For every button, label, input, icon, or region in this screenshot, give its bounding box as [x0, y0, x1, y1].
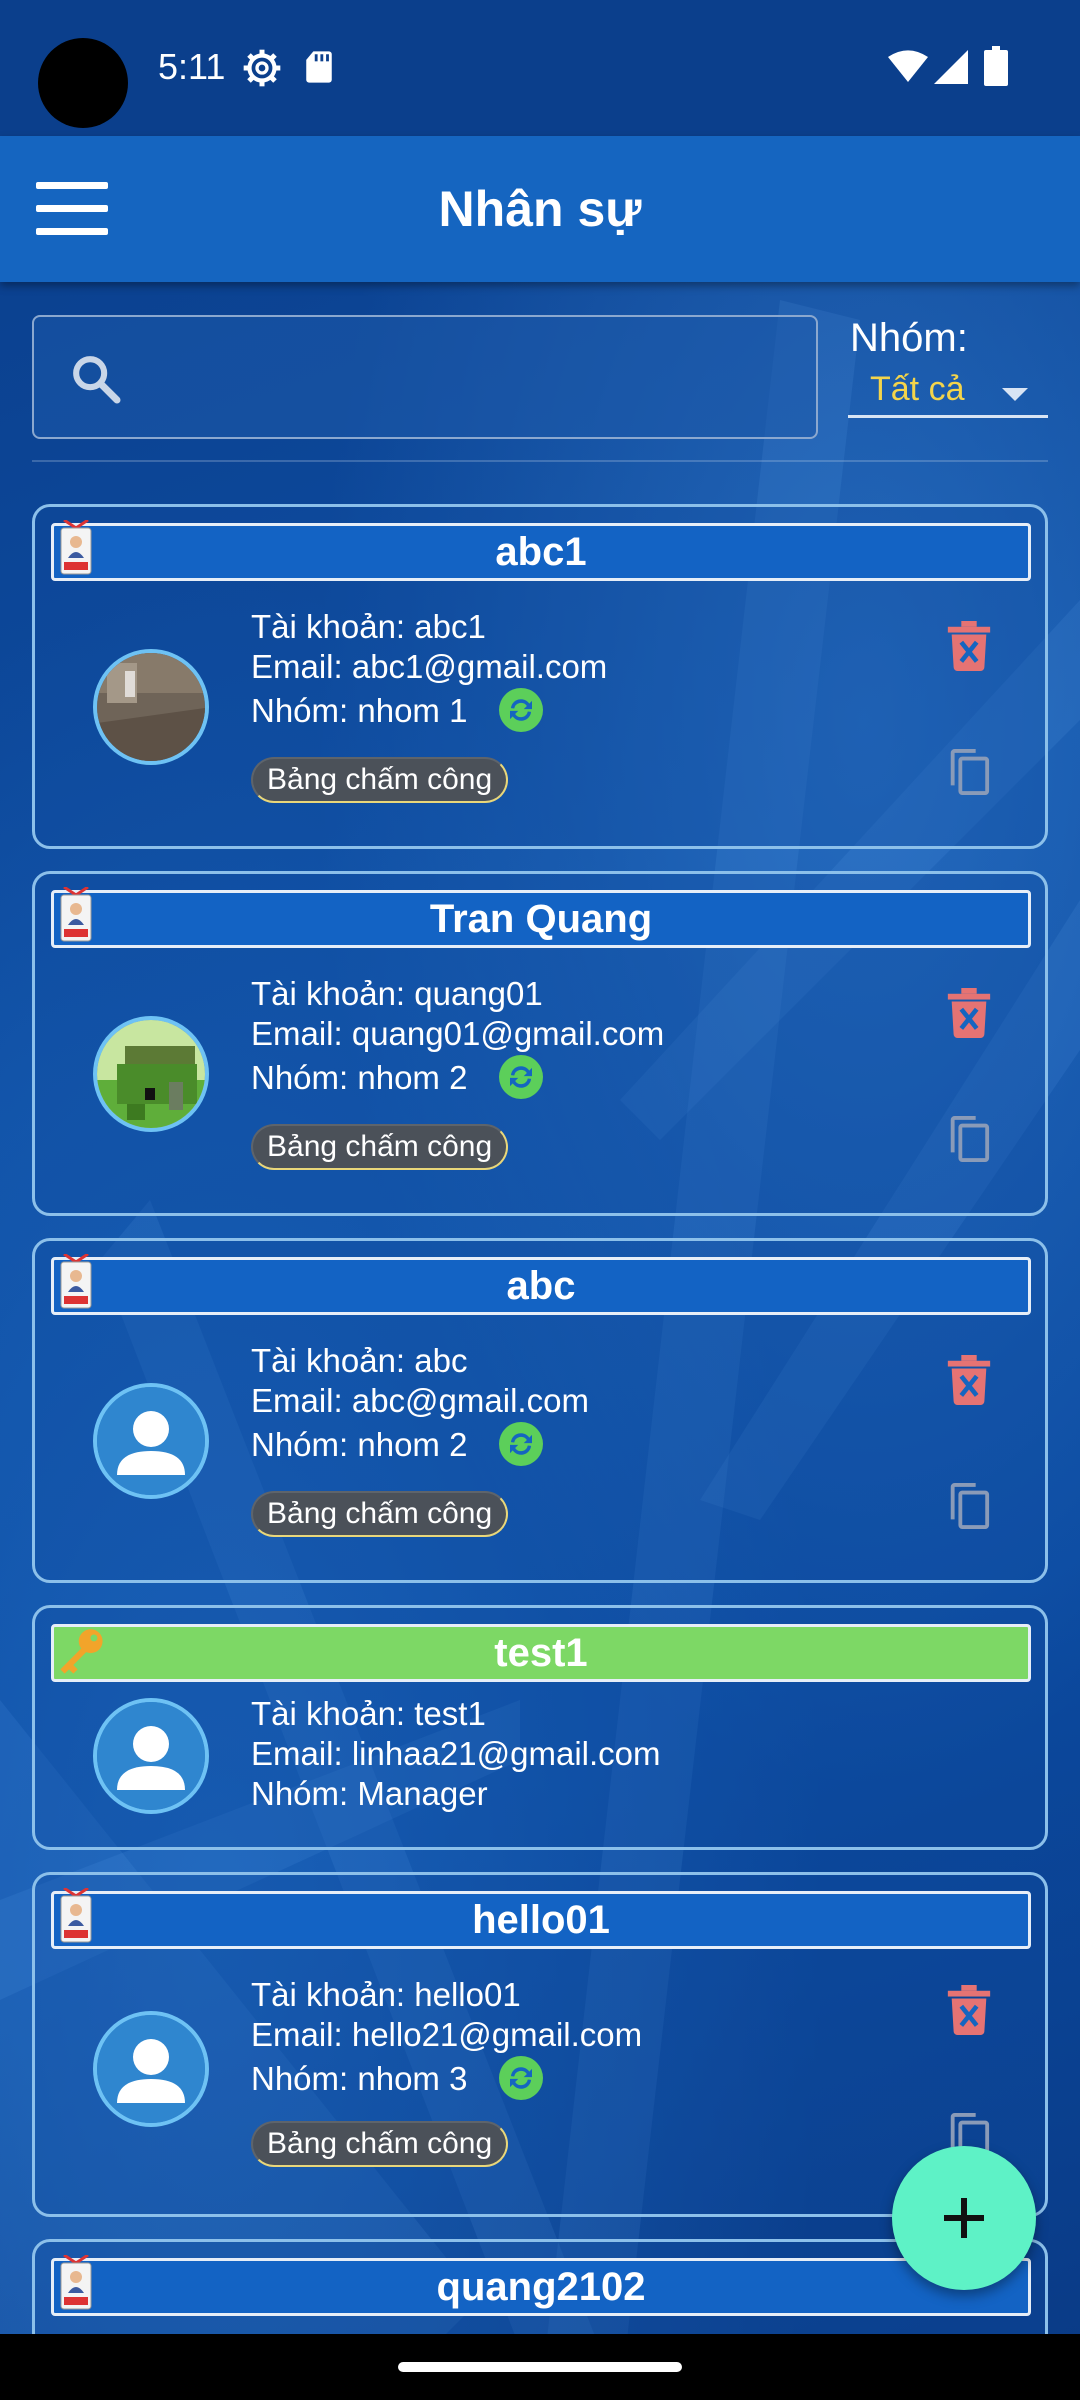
page-title: Nhân sự	[438, 181, 642, 237]
avatar-pixel-art	[93, 1016, 209, 1132]
account-text: Tài khoản: quang01	[251, 975, 543, 1012]
employee-name: abc1	[495, 530, 587, 574]
delete-icon[interactable]	[947, 621, 991, 671]
home-gesture-handle[interactable]	[398, 2362, 682, 2372]
search-icon	[73, 356, 121, 404]
card-header: hello01	[51, 1888, 1031, 1949]
email-text: Email: abc1@gmail.com	[251, 648, 608, 685]
wifi-icon	[888, 50, 928, 82]
status-time: 5:11	[158, 46, 226, 87]
delete-icon[interactable]	[947, 1985, 991, 2035]
group-filter-label: Nhóm:	[850, 316, 968, 360]
cell-signal-icon	[934, 50, 968, 84]
search-input[interactable]	[144, 337, 794, 421]
employee-name: test1	[494, 1631, 588, 1675]
sync-icon[interactable]	[498, 1422, 543, 1467]
dropdown-caret-icon	[1002, 388, 1028, 401]
copy-icon[interactable]	[945, 747, 991, 797]
employee-name: Tran Quang	[429, 897, 653, 941]
employee-info: Tài khoản: abc Email: abc@gmail.com Nhóm…	[251, 1341, 589, 1467]
email-text: Email: abc@gmail.com	[251, 1382, 589, 1419]
timesheet-chip[interactable]: Bảng chấm công	[251, 2121, 509, 2167]
employee-info: Tài khoản: abc1 Email: abc1@gmail.com Nh…	[251, 607, 608, 733]
card-header: Tran Quang	[51, 887, 1031, 948]
sd-card-icon	[306, 51, 332, 83]
app-bar: Nhân sự	[0, 136, 1080, 282]
group-filter-dropdown[interactable]: Tất cả	[848, 368, 1048, 418]
timesheet-chip[interactable]: Bảng chấm công	[251, 1124, 509, 1170]
group-text: Nhóm: nhom 1	[251, 692, 468, 729]
group-text: Nhóm: nhom 2	[251, 1059, 468, 1096]
group-text: Nhóm: nhom 2	[251, 1426, 468, 1463]
delete-icon[interactable]	[947, 988, 991, 1038]
card-header: abc1	[51, 520, 1031, 581]
account-text: Tài khoản: abc1	[251, 608, 486, 645]
group-row: Nhóm: nhom 3	[251, 2056, 642, 2101]
employee-info: Tài khoản: quang01 Email: quang01@gmail.…	[251, 974, 665, 1100]
timesheet-chip[interactable]: Bảng chấm công	[251, 757, 509, 803]
email-text: Email: hello21@gmail.com	[251, 2016, 643, 2053]
copy-icon[interactable]	[945, 1114, 991, 1164]
delete-icon[interactable]	[947, 1355, 991, 1405]
group-row: Nhóm: nhom 2	[251, 1055, 664, 1100]
group-text: Nhóm: Manager	[251, 1775, 488, 1812]
settings-gear-icon	[243, 49, 281, 87]
divider	[32, 460, 1048, 462]
account-text: Tài khoản: hello01	[251, 1976, 521, 2013]
employee-card[interactable]: abc Tài khoản: abc Email: abc@gmail.com …	[32, 1238, 1048, 1583]
default-avatar-icon	[93, 1383, 209, 1499]
avatar-photo	[93, 649, 209, 765]
employee-info: Tài khoản: test1 Email: linhaa21@gmail.c…	[251, 1694, 661, 1814]
employee-info: Tài khoản: hello01 Email: hello21@gmail.…	[251, 1975, 643, 2101]
group-text: Nhóm: nhom 3	[251, 2060, 468, 2097]
plus-icon	[944, 2198, 984, 2238]
employee-card[interactable]: abc1 Tài khoản: abc1 Email: abc1@gmail.c…	[32, 504, 1048, 849]
card-header: abc	[51, 1254, 1031, 1315]
card-header-manager: test1	[51, 1624, 1031, 1682]
default-avatar-icon	[93, 2011, 209, 2127]
email-text: Email: quang01@gmail.com	[251, 1015, 665, 1052]
status-bar: 5:11	[0, 0, 1080, 136]
system-nav-bar	[0, 2334, 1080, 2400]
email-text: Email: linhaa21@gmail.com	[251, 1735, 661, 1772]
employee-card[interactable]: hello01 Tài khoản: hello01 Email: hello2…	[32, 1872, 1048, 2217]
group-row: Nhóm: nhom 2	[251, 1422, 589, 1467]
default-avatar-icon	[93, 1698, 209, 1814]
group-row: Nhóm: nhom 1	[251, 688, 607, 733]
copy-icon[interactable]	[945, 1481, 991, 1531]
employee-name: hello01	[472, 1898, 610, 1942]
timesheet-chip[interactable]: Bảng chấm công	[251, 1491, 509, 1537]
sync-icon[interactable]	[498, 688, 543, 733]
employee-name: abc	[506, 1264, 576, 1308]
account-text: Tài khoản: abc	[251, 1342, 468, 1379]
employee-name: quang2102	[436, 2265, 646, 2309]
account-text: Tài khoản: test1	[251, 1695, 486, 1732]
card-header: quang2102	[51, 2255, 1031, 2316]
battery-icon	[984, 46, 1008, 86]
add-employee-button[interactable]	[892, 2146, 1036, 2290]
group-filter-value: Tất cả	[870, 370, 965, 408]
employee-card[interactable]: Tran Quang Tài khoản: quang01 Email: qua…	[32, 871, 1048, 1216]
sync-icon[interactable]	[498, 2056, 543, 2101]
search-box[interactable]	[32, 315, 818, 439]
employee-card[interactable]: test1 Tài khoản: test1 Email: linhaa21@g…	[32, 1605, 1048, 1850]
camera-cutout	[38, 38, 128, 128]
sync-icon[interactable]	[498, 1055, 543, 1100]
